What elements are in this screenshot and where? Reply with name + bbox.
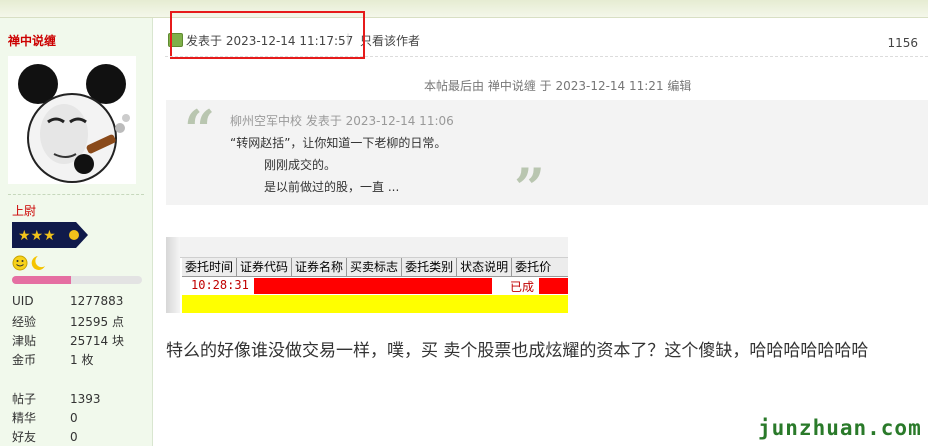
floor-number[interactable]: 1156 (887, 36, 918, 50)
svg-text:★★★: ★★★ (18, 228, 56, 244)
rank-stars-icon: ★★★ (12, 222, 88, 248)
author-sidebar: 禅中说缠 上尉 ★★★ UID 1277883 经验 12595 点 津贴 25… (0, 18, 153, 446)
stat-exp: 经验 12595 点 (12, 315, 124, 329)
trade-table-header: 委托时间 证券代码 证券名称 买卖标志 委托类别 状态说明 委托价 (182, 258, 568, 277)
stat-gold: 金币 1 枚 (12, 353, 94, 367)
edit-note: 本帖最后由 禅中说缠 于 2023-12-14 11:21 编辑 (424, 79, 692, 93)
quote-line: 刚刚成交的。 (264, 158, 337, 172)
redaction-bar (254, 278, 492, 294)
view-author-link[interactable]: 只看该作者 (360, 32, 420, 49)
quote-block: “ 柳州空军中校 发表于 2023-12-14 11:06 “转网赵括”，让你知… (166, 98, 928, 220)
trade-screenshot-image[interactable]: 委托时间 证券代码 证券名称 买卖标志 委托类别 状态说明 委托价 10:28:… (166, 237, 568, 313)
smile-emoji-icon (12, 255, 28, 271)
sidebar-divider (8, 194, 144, 195)
stat-friends[interactable]: 好友 0 (12, 428, 78, 445)
redaction-bar (539, 278, 568, 294)
quote-author: 柳州空军中校 发表于 2023-12-14 11:06 (230, 114, 454, 128)
table-header-cell: 委托类别 (402, 258, 458, 276)
stat-uid: UID 1277883 (12, 294, 124, 308)
table-header-cell: 委托时间 (182, 258, 238, 276)
quote-line: 是以前做过的股，一直 ... (264, 180, 400, 194)
table-row: 10:28:31 已成 (182, 277, 568, 295)
highlight-row (182, 295, 568, 313)
order-status: 已成 (510, 280, 535, 294)
watermark: junzhuan.com (758, 416, 922, 440)
table-header-cell: 买卖标志 (347, 258, 403, 276)
table-header-cell: 委托价 (515, 260, 552, 274)
open-quote-icon: “ (184, 98, 216, 162)
top-band (0, 0, 928, 18)
close-quote-icon: ” (514, 156, 546, 220)
table-header-cell: 证券名称 (292, 258, 348, 276)
table-header-cell: 状态说明 (457, 258, 513, 276)
post-body-text: 特么的好像谁没做交易一样，噗，买 卖个股票也成炫耀的资本了？这个傻缺，哈哈哈哈哈… (166, 341, 869, 361)
stat-posts[interactable]: 帖子 1393 (12, 390, 101, 407)
stat-allowance: 津贴 25714 块 (12, 334, 124, 348)
header-divider (165, 56, 928, 57)
status-emojis (12, 255, 46, 271)
author-name[interactable]: 禅中说缠 (8, 32, 56, 49)
level-progress-bar (12, 276, 142, 284)
rank-title: 上尉 (12, 204, 37, 218)
moon-emoji-icon (31, 256, 45, 270)
stat-digest[interactable]: 精华 0 (12, 409, 78, 426)
avatar[interactable] (8, 56, 136, 184)
table-header-cell: 证券代码 (237, 258, 293, 276)
highlight-box (170, 11, 365, 59)
quote-line: “转网赵括”，让你知道一下老柳的日常。 (230, 136, 447, 150)
avatar-panda-meme (8, 56, 136, 184)
order-time: 10:28:31 (191, 278, 249, 292)
